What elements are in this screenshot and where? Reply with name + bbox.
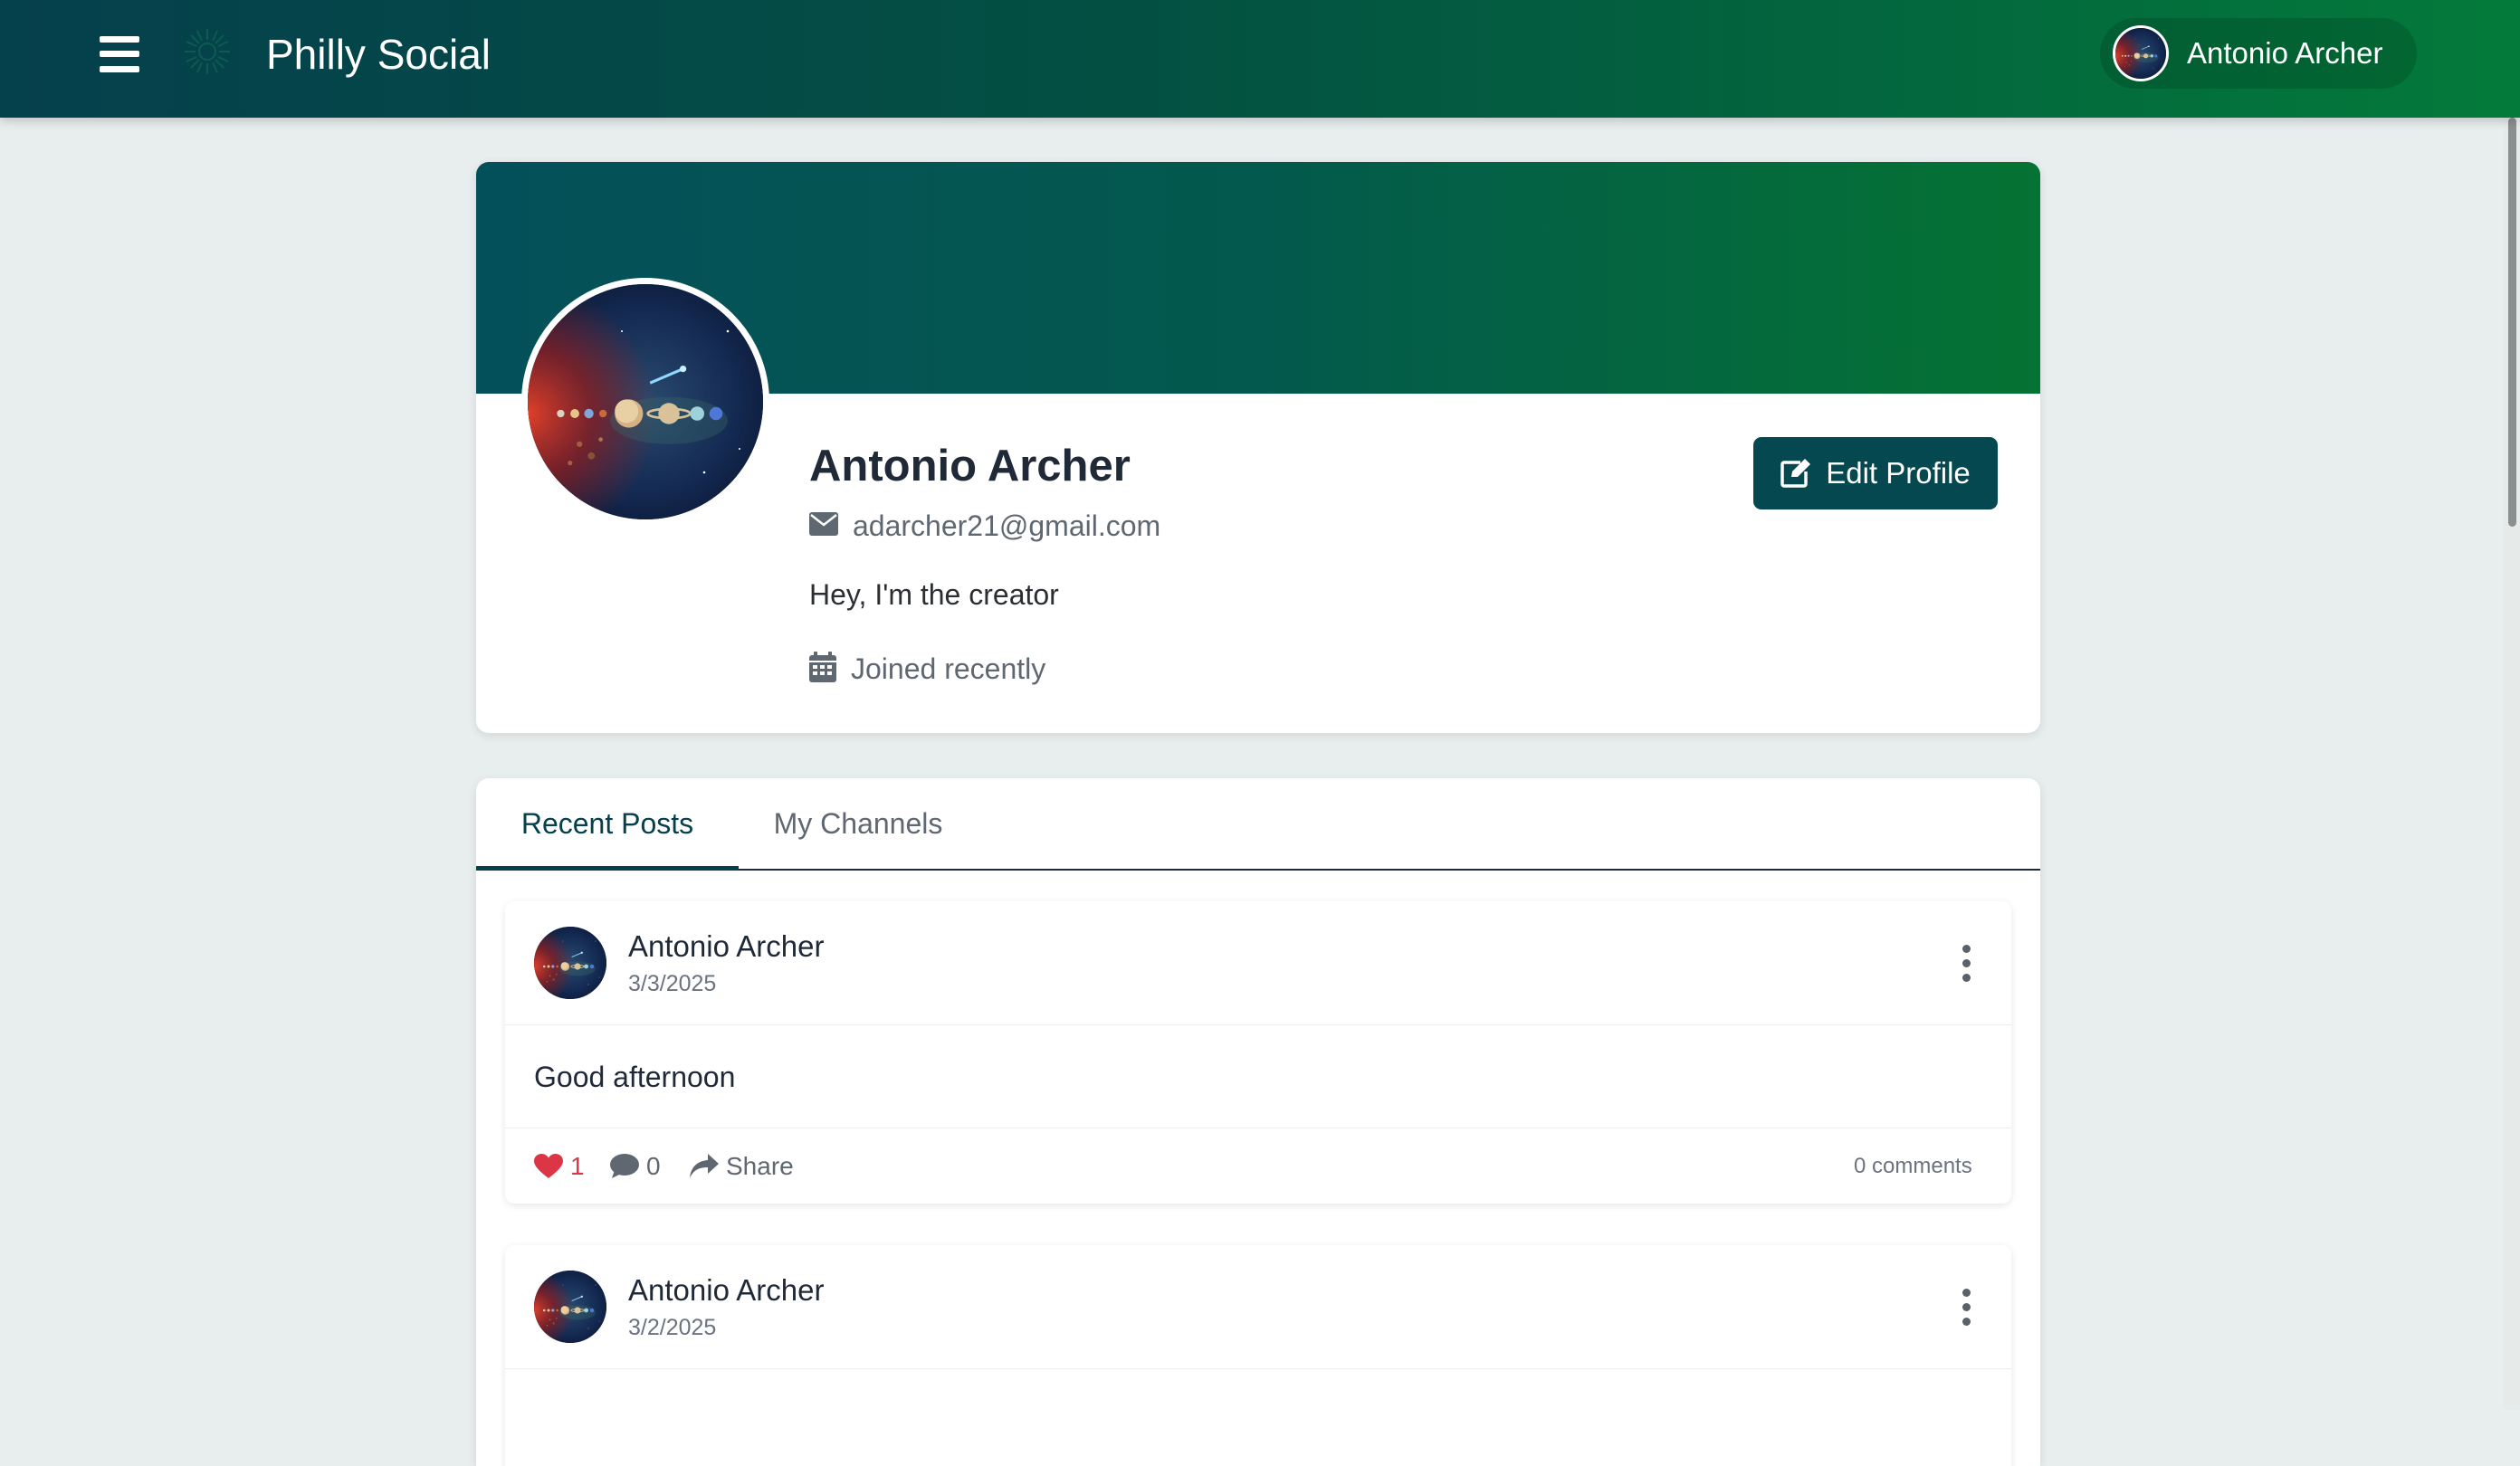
heart-icon [534,1154,563,1178]
post-header: Antonio Archer 3/2/2025 [505,1245,2011,1369]
profile-email-row: adarcher21@gmail.com [809,506,1160,546]
post-date: 3/2/2025 [628,1315,717,1340]
posts-card: Recent Posts My Channels Antonio Archer … [476,778,2040,1466]
like-button[interactable]: 1 [534,1148,585,1185]
profile-name: Antonio Archer [809,442,1131,490]
comment-icon [610,1154,639,1178]
post-card: Antonio Archer 3/2/2025 [505,1245,2011,1466]
edit-profile-label: Edit Profile [1826,456,1971,490]
comment-button[interactable]: 0 [610,1148,661,1185]
profile-joined: Joined recently [851,652,1046,685]
comments-count-link[interactable]: 0 comments [1854,1154,1972,1179]
tab-recent-posts[interactable]: Recent Posts [476,778,739,871]
edit-profile-button[interactable]: Edit Profile [1753,437,1998,509]
avatar[interactable] [534,1271,606,1343]
share-label: Share [726,1152,794,1180]
post-header: Antonio Archer 3/3/2025 [505,901,2011,1025]
like-count: 1 [570,1152,585,1180]
avatar[interactable] [534,927,606,999]
share-icon [690,1154,719,1178]
edit-icon [1780,459,1811,488]
user-menu-button[interactable]: Antonio Archer [2100,18,2417,89]
post-footer: 1 0 Share 0 comments [505,1128,2011,1204]
kebab-menu-icon[interactable] [1957,1285,1975,1328]
calendar-icon [809,651,836,687]
hamburger-menu-icon[interactable] [100,34,141,74]
profile-joined-row: Joined recently [809,649,1045,689]
scrollbar-thumb[interactable] [2508,118,2516,527]
avatar [2113,25,2169,81]
post-card: Antonio Archer 3/3/2025 Good afternoon 1… [505,901,2011,1204]
top-navbar: Philly Social Antonio Archer [0,0,2520,118]
profile-email: adarcher21@gmail.com [853,509,1161,542]
profile-bio: Hey, I'm the creator [809,578,1059,611]
post-body: Good afternoon [534,1061,736,1093]
comment-count: 0 [646,1152,661,1180]
post-author[interactable]: Antonio Archer [628,928,824,965]
logo-icon[interactable] [183,27,232,76]
profile-card: Antonio Archer adarcher21@gmail.com Hey,… [476,162,2040,733]
post-author[interactable]: Antonio Archer [628,1272,824,1309]
tab-my-channels[interactable]: My Channels [739,778,978,869]
app-title[interactable]: Philly Social [266,27,491,81]
share-button[interactable]: Share [690,1148,794,1185]
header-user-name: Antonio Archer [2187,36,2383,70]
kebab-menu-icon[interactable] [1957,941,1975,985]
post-date: 3/3/2025 [628,971,717,996]
profile-avatar [521,278,769,526]
profile-tabs: Recent Posts My Channels [476,778,2040,871]
envelope-icon [809,511,838,540]
